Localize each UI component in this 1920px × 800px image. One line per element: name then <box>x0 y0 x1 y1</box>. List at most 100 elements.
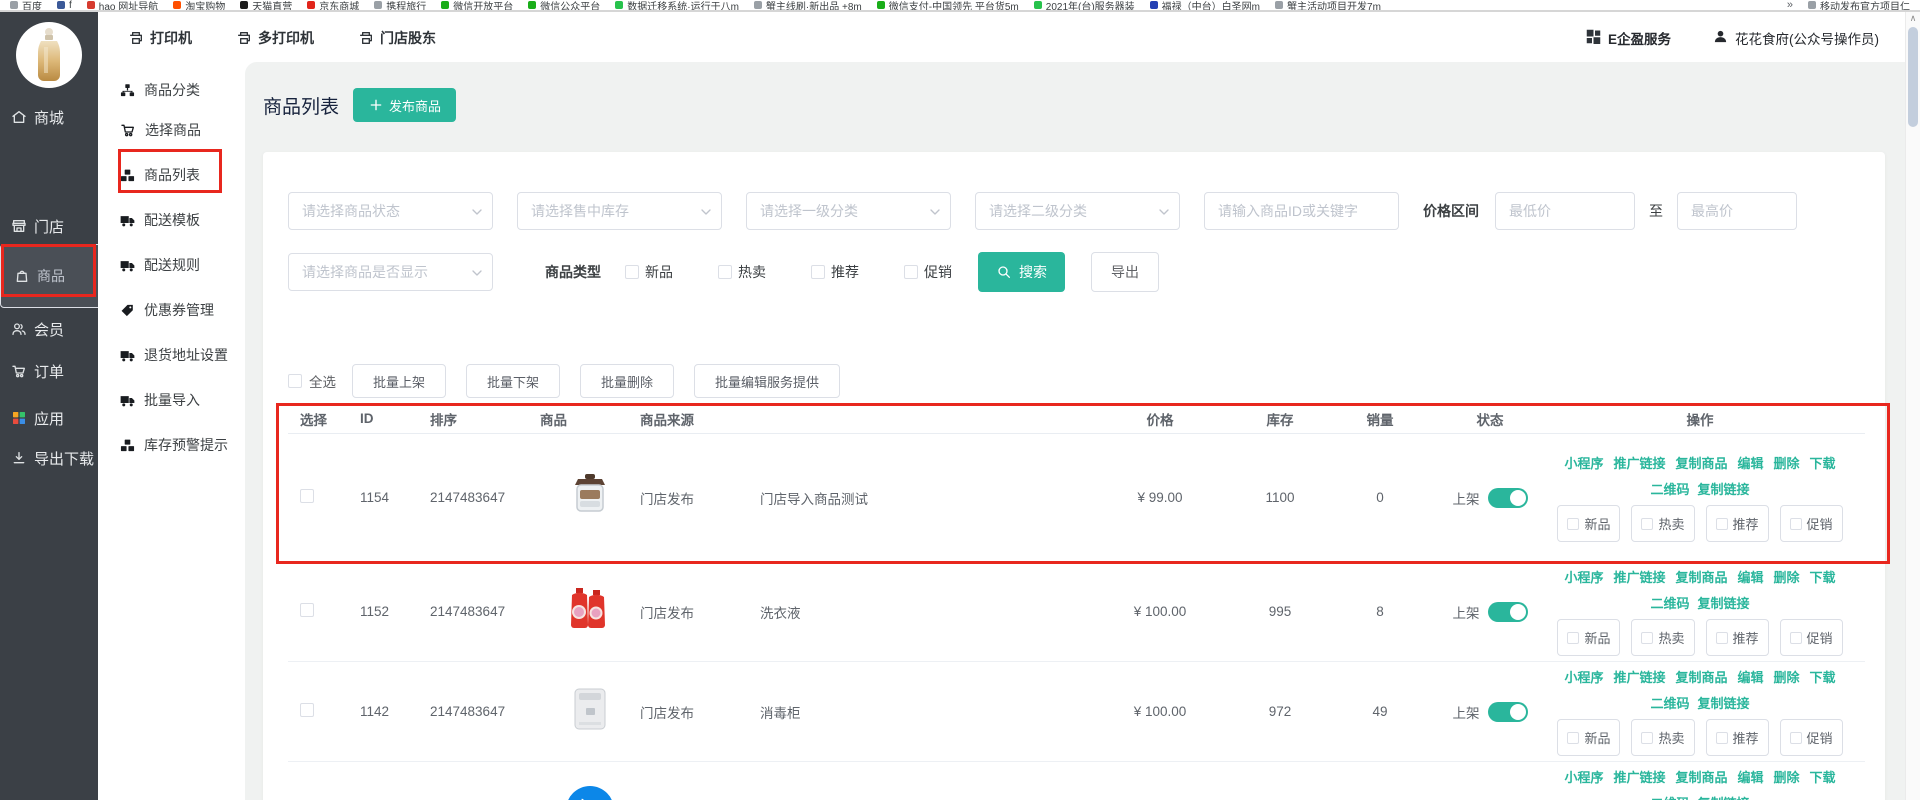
mini-program-link[interactable]: 小程序 <box>1564 667 1603 686</box>
checkbox[interactable] <box>718 265 732 279</box>
bookmark-item[interactable]: 微信支付-中国领先 平台货5m <box>877 0 1019 12</box>
delete-link[interactable]: 删除 <box>1774 667 1800 686</box>
download-link[interactable]: 下载 <box>1810 667 1836 686</box>
sidebar-item-apps[interactable]: 应用 <box>0 405 98 431</box>
copy-product-link[interactable]: 复制商品 <box>1675 767 1727 786</box>
download-link[interactable]: 下载 <box>1810 567 1836 586</box>
edit-link[interactable]: 编辑 <box>1738 453 1764 472</box>
max-price-input[interactable] <box>1677 192 1797 230</box>
status-toggle[interactable] <box>1488 488 1528 508</box>
batch-off-shelf-button[interactable]: 批量下架 <box>466 364 560 398</box>
checkbox[interactable] <box>625 265 639 279</box>
type-checkbox-hot[interactable]: 热卖 <box>718 262 766 282</box>
sidebar-item-members[interactable]: 会员 <box>0 316 98 342</box>
keyword-input[interactable] <box>1204 192 1399 230</box>
sidebar-item-orders[interactable]: 订单 <box>0 358 98 384</box>
batch-on-shelf-button[interactable]: 批量上架 <box>352 364 446 398</box>
submenu-item-coupon-management[interactable]: 优惠券管理 <box>120 299 214 321</box>
bookmark-item[interactable]: 微信公众平台 <box>528 0 600 12</box>
download-link[interactable]: 下载 <box>1810 453 1836 472</box>
tag-checkbox-hot[interactable]: 热卖 <box>1631 619 1694 656</box>
tag-checkbox-new[interactable]: 新品 <box>1557 619 1620 656</box>
edit-link[interactable]: 编辑 <box>1738 767 1764 786</box>
bookmarks-overflow-chevron[interactable]: » <box>1787 0 1793 11</box>
status-toggle[interactable] <box>1488 702 1528 722</box>
delete-link[interactable]: 删除 <box>1774 567 1800 586</box>
bookmark-item[interactable]: 百度 <box>10 0 42 12</box>
checkbox[interactable] <box>1790 732 1802 744</box>
page-scrollbar[interactable]: ∧ <box>1905 12 1920 800</box>
checkbox[interactable] <box>1641 632 1653 644</box>
checkbox[interactable] <box>1716 518 1728 530</box>
delete-link[interactable]: 删除 <box>1774 453 1800 472</box>
bookmark-item[interactable]: hao 网址导航 <box>87 0 158 12</box>
copy-product-link[interactable]: 复制商品 <box>1675 453 1727 472</box>
checkbox[interactable] <box>1567 518 1579 530</box>
tag-checkbox-recommend[interactable]: 推荐 <box>1706 719 1769 756</box>
copy-link-link[interactable]: 复制链接 <box>1698 693 1750 712</box>
export-button[interactable]: 导出 <box>1091 252 1159 292</box>
download-link[interactable]: 下载 <box>1810 767 1836 786</box>
promotion-link-link[interactable]: 推广链接 <box>1613 453 1665 472</box>
service-entry[interactable]: E企盈服务 <box>1586 28 1671 48</box>
bookmark-item[interactable]: 蟹主活动项目开发7m <box>1275 0 1381 12</box>
row-checkbox[interactable] <box>300 489 314 503</box>
tag-checkbox-hot[interactable]: 热卖 <box>1631 505 1694 542</box>
copy-link-link[interactable]: 复制链接 <box>1698 793 1750 800</box>
submenu-item-goods-category[interactable]: 商品分类 <box>120 79 200 101</box>
qrcode-link[interactable]: 二维码 <box>1650 793 1689 800</box>
bookmark-item[interactable]: 数据迁移系统·运行于八m <box>615 0 739 12</box>
avatar[interactable] <box>16 22 82 88</box>
checkbox[interactable] <box>811 265 825 279</box>
checkbox[interactable] <box>904 265 918 279</box>
promotion-link-link[interactable]: 推广链接 <box>1613 767 1665 786</box>
type-checkbox-recommend[interactable]: 推荐 <box>811 262 859 282</box>
bookmark-item[interactable]: 微信开放平台 <box>441 0 513 12</box>
bookmark-item[interactable]: 京东商城 <box>307 0 359 12</box>
delete-link[interactable]: 删除 <box>1774 767 1800 786</box>
qrcode-link[interactable]: 二维码 <box>1650 479 1689 498</box>
row-checkbox[interactable] <box>300 703 314 717</box>
bookmark-item[interactable]: 2021年(台)服务器装 <box>1034 0 1135 12</box>
bookmark-item[interactable]: 蟹主线刷·新出品 +8m <box>754 0 862 12</box>
mini-program-link[interactable]: 小程序 <box>1564 567 1603 586</box>
qrcode-link[interactable]: 二维码 <box>1650 693 1689 712</box>
checkbox[interactable] <box>1641 518 1653 530</box>
edit-link[interactable]: 编辑 <box>1738 667 1764 686</box>
stock-filter-select[interactable]: 请选择售中库存 <box>517 192 722 230</box>
batch-edit-service-button[interactable]: 批量编辑服务提供 <box>694 364 840 398</box>
publish-product-button[interactable]: 发布商品 <box>353 88 456 122</box>
edit-link[interactable]: 编辑 <box>1738 567 1764 586</box>
sidebar-item-mall[interactable]: 商城 <box>0 104 98 130</box>
mini-program-link[interactable]: 小程序 <box>1564 453 1603 472</box>
status-filter-select[interactable]: 请选择商品状态 <box>288 192 493 230</box>
type-checkbox-new[interactable]: 新品 <box>625 262 673 282</box>
tag-checkbox-promotion[interactable]: 促销 <box>1780 719 1843 756</box>
min-price-input[interactable] <box>1495 192 1635 230</box>
sidebar-item-stores[interactable]: 门店 <box>0 213 98 239</box>
checkbox[interactable] <box>1567 632 1579 644</box>
checkbox[interactable] <box>1716 732 1728 744</box>
product-image[interactable] <box>562 468 618 527</box>
tag-checkbox-new[interactable]: 新品 <box>1557 505 1620 542</box>
store-shareholder-button[interactable]: 门店股东 <box>358 28 436 48</box>
sidebar-item-export-download[interactable]: 导出下载 <box>0 445 98 471</box>
scrollbar-thumb[interactable] <box>1908 27 1918 127</box>
tag-checkbox-recommend[interactable]: 推荐 <box>1706 505 1769 542</box>
select-all-checkbox[interactable] <box>288 374 302 388</box>
mini-program-link[interactable]: 小程序 <box>1564 767 1603 786</box>
submenu-item-goods-list[interactable]: 商品列表 <box>120 164 200 186</box>
tag-checkbox-promotion[interactable]: 促销 <box>1780 619 1843 656</box>
tag-checkbox-new[interactable]: 新品 <box>1557 719 1620 756</box>
copy-product-link[interactable]: 复制商品 <box>1675 567 1727 586</box>
bookmark-item[interactable]: 福禄（中台）白圣网m <box>1150 0 1260 12</box>
checkbox[interactable] <box>1790 518 1802 530</box>
submenu-item-delivery-template[interactable]: 配送模板 <box>120 209 200 231</box>
tag-checkbox-recommend[interactable]: 推荐 <box>1706 619 1769 656</box>
submenu-item-delivery-rules[interactable]: 配送规则 <box>120 254 200 276</box>
batch-delete-button[interactable]: 批量删除 <box>580 364 674 398</box>
promotion-link-link[interactable]: 推广链接 <box>1613 567 1665 586</box>
checkbox[interactable] <box>1716 632 1728 644</box>
checkbox[interactable] <box>1641 732 1653 744</box>
account-menu[interactable]: 花花食府(公众号操作员) <box>1713 28 1879 48</box>
